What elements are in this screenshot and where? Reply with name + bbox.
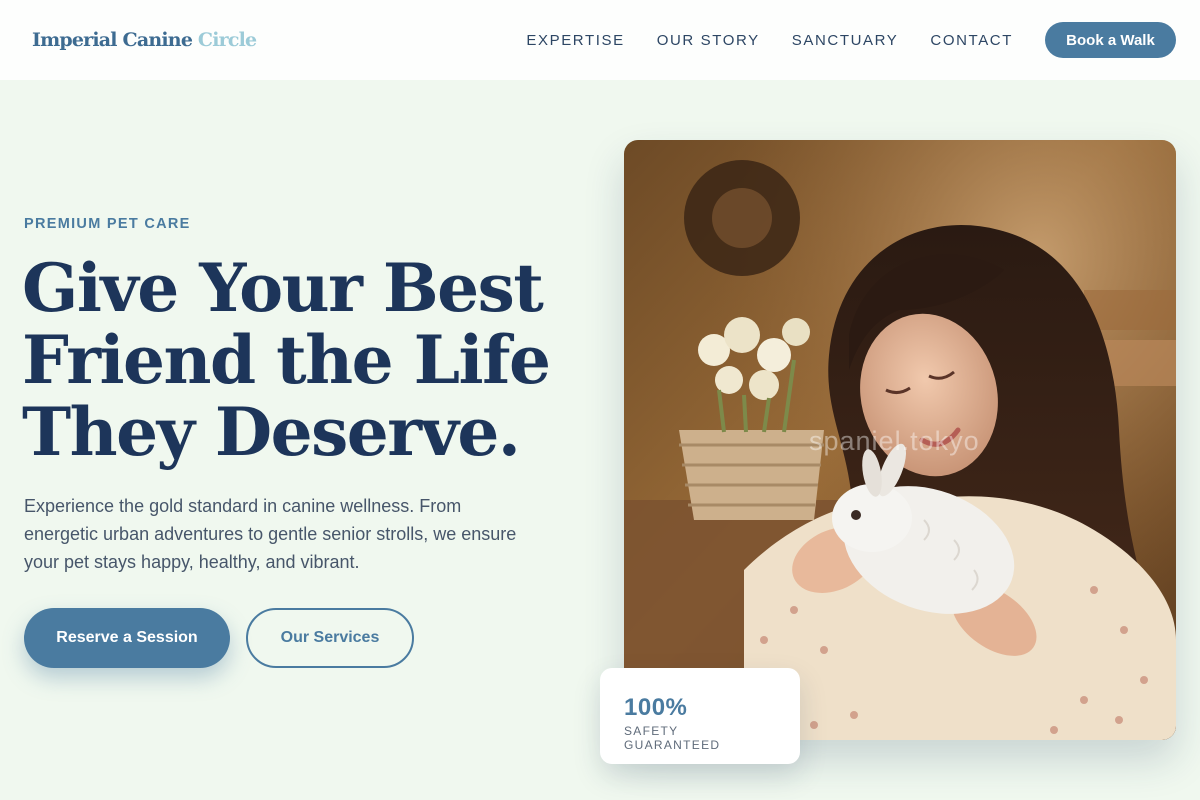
our-services-button[interactable]: Our Services bbox=[246, 608, 414, 668]
main-nav: EXPERTISE OUR STORY SANCTUARY CONTACT Bo… bbox=[526, 22, 1176, 58]
nav-link-our-story[interactable]: OUR STORY bbox=[657, 32, 760, 49]
nav-link-sanctuary[interactable]: SANCTUARY bbox=[792, 32, 899, 49]
logo-accent-text: Circle bbox=[197, 29, 257, 51]
badge-label: SAFETY GUARANTEED bbox=[624, 724, 721, 752]
nav-link-contact[interactable]: CONTACT bbox=[930, 32, 1013, 49]
book-a-walk-button[interactable]: Book a Walk bbox=[1045, 22, 1176, 58]
nav-link-expertise[interactable]: EXPERTISE bbox=[526, 32, 624, 49]
badge-value: 100% bbox=[624, 694, 688, 721]
hero-headline: Give Your Best Friend the Life They Dese… bbox=[22, 249, 551, 471]
hero-eyebrow: PREMIUM PET CARE bbox=[24, 216, 191, 232]
hero-photo: spaniel.tokyo bbox=[624, 140, 1176, 740]
reserve-session-button[interactable]: Reserve a Session bbox=[24, 608, 230, 668]
safety-badge: 100% SAFETY GUARANTEED bbox=[600, 668, 800, 764]
hero-description: Experience the gold standard in canine w… bbox=[24, 496, 517, 572]
logo-main-text: Imperial Canine bbox=[32, 29, 198, 51]
site-header: Imperial Canine Circle EXPERTISE OUR STO… bbox=[0, 0, 1200, 80]
image-watermark: spaniel.tokyo bbox=[809, 426, 980, 456]
site-logo[interactable]: Imperial Canine Circle bbox=[32, 29, 257, 51]
